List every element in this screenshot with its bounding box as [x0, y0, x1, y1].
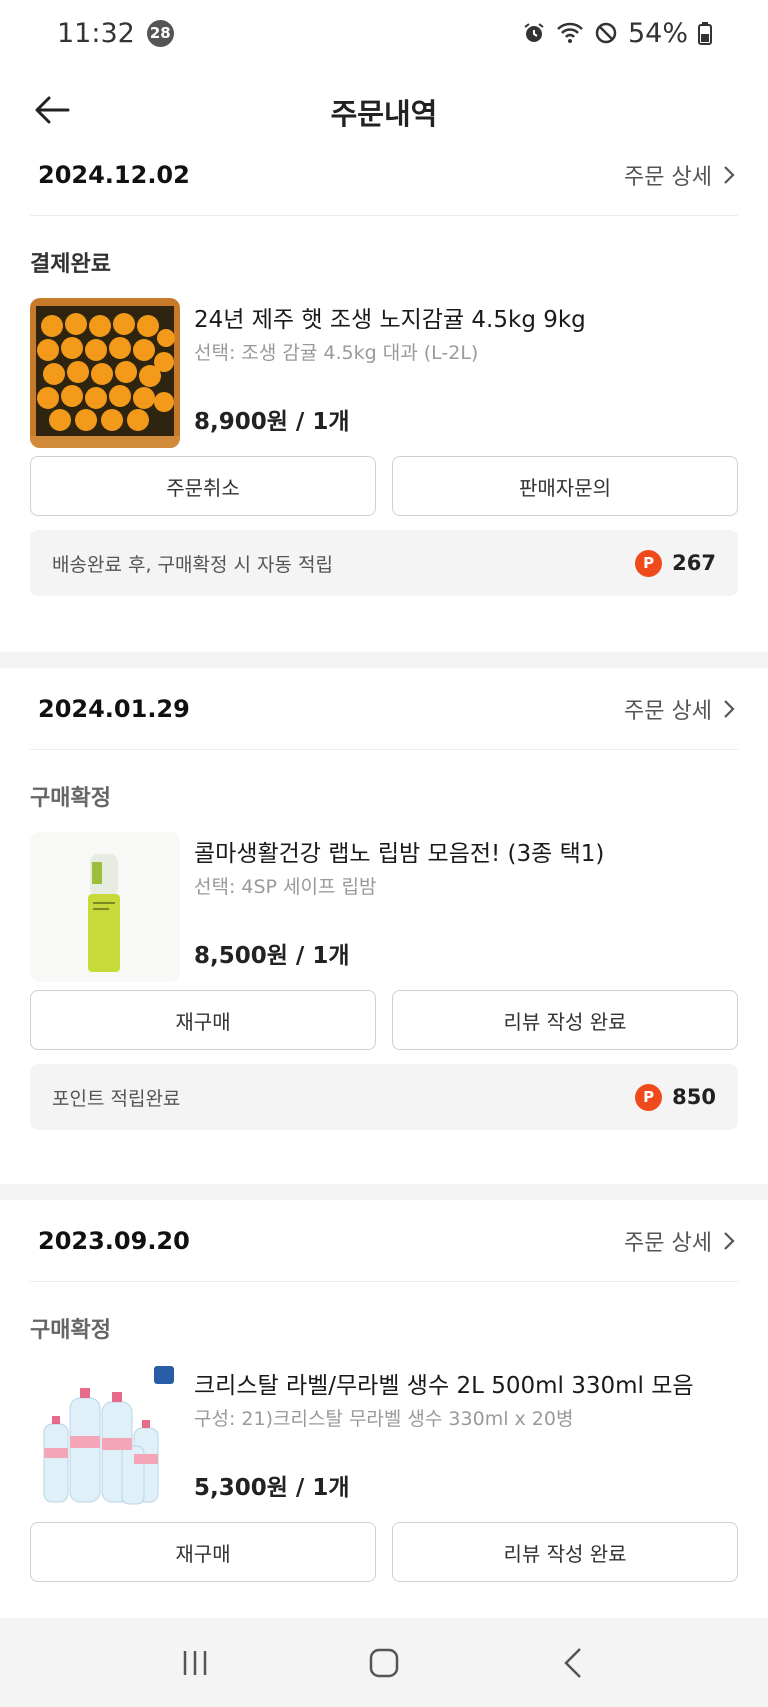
battery-percent: 54%: [627, 17, 688, 49]
point-badge-icon: P: [635, 1083, 663, 1111]
order-card: 2024.01.29 주문 상세 구매확정 콜마생활건강 랩노 립밤 모음전! …: [0, 668, 768, 1188]
chevron-right-icon: [724, 165, 735, 184]
product-option: 선택: 4SP 세이프 립밤: [194, 876, 377, 898]
status-left: 11:32 28: [57, 18, 174, 49]
order-status: 구매확정: [30, 786, 111, 811]
product-price: 8,900원 / 1개: [194, 409, 350, 435]
product-option: 선택: 조생 감귤 4.5kg 대과 (L-2L): [194, 342, 479, 364]
tangerine-box-image: [30, 298, 180, 448]
product-name[interactable]: 크리스탈 라벨/무라벨 생수 2L 500ml 330ml 모음: [194, 1366, 694, 1400]
order-detail-link[interactable]: 주문 상세: [624, 1225, 738, 1257]
point-badge-icon: P: [635, 549, 663, 577]
chevron-right-icon: [724, 1231, 735, 1250]
section-divider: [0, 1184, 768, 1200]
reorder-button[interactable]: 재구매: [30, 1522, 376, 1582]
order-detail-label: 주문 상세: [624, 164, 712, 190]
product-name[interactable]: 24년 제주 햇 조생 노지감귤 4.5kg 9kg: [194, 300, 586, 334]
product-thumbnail[interactable]: [30, 1364, 180, 1514]
water-bottles-image: [30, 1364, 180, 1514]
order-actions: 재구매 리뷰 작성 완료: [30, 1522, 738, 1582]
product-name[interactable]: 콜마생활건강 랩노 립밤 모음전! (3종 택1): [194, 834, 604, 868]
point-info-text: 포인트 적립완료: [52, 1087, 181, 1110]
do-not-disturb-icon: [594, 21, 618, 45]
point-amount: 267: [672, 551, 716, 575]
order-actions: 재구매 리뷰 작성 완료: [30, 990, 738, 1050]
point-info-text: 배송완료 후, 구매확정 시 자동 적립: [52, 553, 333, 576]
status-right: 54%: [522, 18, 712, 49]
system-nav-bar: [0, 1618, 768, 1707]
contact-seller-button[interactable]: 판매자문의: [392, 456, 738, 516]
home-icon[interactable]: [354, 1633, 414, 1693]
battery-icon: [698, 21, 712, 45]
review-done-button[interactable]: 리뷰 작성 완료: [392, 1522, 738, 1582]
order-detail-link[interactable]: 주문 상세: [624, 159, 738, 191]
order-detail-link[interactable]: 주문 상세: [624, 693, 738, 725]
product-option: 구성: 21)크리스탈 무라벨 생수 330ml x 20병: [194, 1408, 574, 1430]
order-date: 2024.01.29: [38, 694, 190, 723]
order-card-header: 2023.09.20 주문 상세: [30, 1200, 738, 1282]
order-actions: 주문취소 판매자문의: [30, 456, 738, 516]
product-thumbnail[interactable]: [30, 832, 180, 982]
point-info-box: 배송완료 후, 구매확정 시 자동 적립 P 267: [30, 530, 738, 596]
reorder-button[interactable]: 재구매: [30, 990, 376, 1050]
alarm-icon: [522, 21, 546, 45]
order-date: 2023.09.20: [38, 1226, 190, 1255]
review-done-button[interactable]: 리뷰 작성 완료: [392, 990, 738, 1050]
order-card: 2023.09.20 주문 상세 구매확정 크리스탈 라벨/무라벨 생수 2L …: [0, 1200, 768, 1618]
lip-balm-image: [30, 832, 180, 982]
order-status: 결제완료: [30, 252, 111, 277]
section-divider: [0, 652, 768, 668]
order-card: 2024.12.02 주문 상세 결제완료 24년 제주 햇 조생 노지감귤 4…: [0, 134, 768, 654]
wifi-icon: [556, 21, 584, 45]
status-time: 11:32: [57, 17, 135, 49]
point-value: P 850: [635, 1083, 716, 1111]
status-bar: 11:32 28 54%: [0, 0, 768, 66]
recent-apps-icon[interactable]: [165, 1633, 225, 1693]
chevron-right-icon: [724, 699, 735, 718]
product-price: 8,500원 / 1개: [194, 943, 350, 969]
order-card-header: 2024.01.29 주문 상세: [30, 668, 738, 750]
back-arrow-icon[interactable]: [32, 90, 72, 130]
page-title: 주문내역: [330, 97, 438, 131]
back-icon[interactable]: [543, 1633, 603, 1693]
order-card-header: 2024.12.02 주문 상세: [30, 134, 738, 216]
order-detail-label: 주문 상세: [624, 698, 712, 724]
cancel-order-button[interactable]: 주문취소: [30, 456, 376, 516]
point-amount: 850: [672, 1085, 716, 1109]
order-status: 구매확정: [30, 1318, 111, 1343]
point-value: P 267: [635, 549, 716, 577]
order-date: 2024.12.02: [38, 160, 190, 189]
order-detail-label: 주문 상세: [624, 1230, 712, 1256]
point-info-box: 포인트 적립완료 P 850: [30, 1064, 738, 1130]
notification-count-badge: 28: [146, 19, 174, 47]
product-price: 5,300원 / 1개: [194, 1475, 350, 1501]
product-thumbnail[interactable]: [30, 298, 180, 448]
